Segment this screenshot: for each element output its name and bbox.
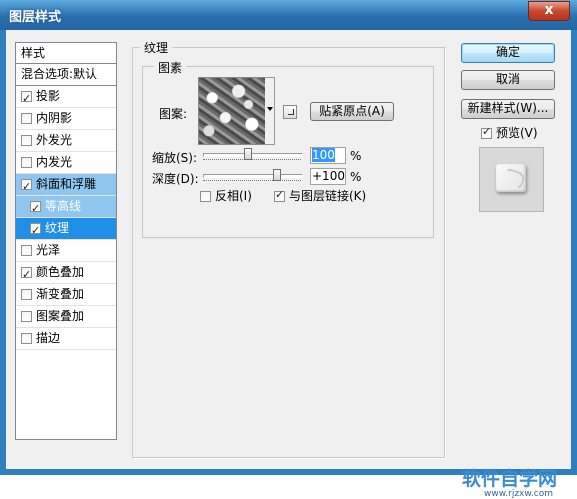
depth-label: 深度(D): (152, 172, 199, 186)
style-item[interactable]: 外发光 (16, 130, 116, 152)
invert-checkbox[interactable]: 反相(I) (200, 187, 252, 204)
blending-options-label: 混合选项:默认 (21, 67, 98, 81)
invert-label: 反相(I) (215, 189, 252, 203)
style-item-label: 等高线 (45, 199, 82, 213)
style-item-label: 渐变叠加 (36, 287, 85, 301)
scale-slider-ticks (203, 159, 301, 163)
style-item-checkbox[interactable] (21, 333, 32, 344)
style-item-label: 内发光 (36, 155, 73, 169)
style-item-checkbox[interactable] (30, 220, 41, 241)
depth-input[interactable]: +100 (310, 168, 346, 185)
style-item-checkbox[interactable] (21, 245, 32, 256)
style-item-checkbox[interactable] (21, 135, 32, 146)
style-item-label: 投影 (36, 89, 61, 103)
style-preview (479, 147, 544, 212)
style-item-label: 描边 (36, 331, 61, 345)
dialog-client-area: 样式 混合选项:默认 投影内阴影外发光内发光斜面和浮雕等高线纹理光泽颜色叠加渐变… (6, 30, 571, 499)
depth-slider-thumb[interactable] (272, 169, 281, 181)
close-button[interactable]: x (528, 1, 570, 21)
depth-slider-track[interactable] (203, 174, 303, 178)
layer-style-dialog: 图层样式 x 样式 混合选项:默认 投影内阴影外发光内发光斜面和浮雕等高线纹理光… (0, 0, 577, 499)
style-item[interactable]: 图案叠加 (16, 306, 116, 328)
style-item[interactable]: 纹理 (16, 218, 116, 241)
style-item-label: 光泽 (36, 243, 61, 257)
style-item-label: 图案叠加 (36, 309, 85, 323)
blending-options-item[interactable]: 混合选项:默认 (16, 64, 116, 86)
style-item-label: 颜色叠加 (36, 265, 85, 279)
style-item[interactable]: 渐变叠加 (16, 284, 116, 306)
styles-header[interactable]: 样式 (16, 43, 116, 64)
link-with-layer-checkbox[interactable]: 与图层链接(K) (274, 187, 366, 204)
depth-value: +100 (312, 169, 345, 183)
new-preset-icon[interactable] (283, 105, 297, 119)
style-item[interactable]: 颜色叠加 (16, 262, 116, 285)
style-item-checkbox[interactable] (30, 198, 41, 219)
new-style-button[interactable]: 新建样式(W)... (461, 99, 555, 119)
style-item-checkbox[interactable] (21, 264, 32, 285)
pattern-swatch[interactable] (198, 77, 266, 145)
depth-slider-ticks (203, 180, 301, 184)
elements-group-title: 图素 (154, 59, 187, 76)
preview-tile-image (496, 164, 526, 192)
scale-slider-track[interactable] (203, 153, 303, 157)
snap-to-origin-button[interactable]: 贴紧原点(A) (310, 102, 394, 121)
scale-unit: % (350, 149, 362, 163)
watermark-url: www.rjzxw.com (484, 489, 553, 499)
preview-checkbox[interactable]: 预览(V) (481, 124, 538, 141)
invert-checkbox-box[interactable] (200, 191, 211, 202)
style-item-checkbox[interactable] (21, 113, 32, 124)
scale-label: 缩放(S): (152, 151, 198, 165)
cancel-button[interactable]: 取消 (461, 70, 555, 90)
style-item-label: 内阴影 (36, 111, 73, 125)
preview-checkbox-box[interactable] (481, 125, 492, 139)
texture-group-title: 纹理 (140, 39, 173, 56)
preview-label: 预览(V) (496, 126, 538, 140)
scale-slider-thumb[interactable] (244, 148, 252, 160)
link-checkbox-box[interactable] (274, 188, 285, 202)
style-items: 投影内阴影外发光内发光斜面和浮雕等高线纹理光泽颜色叠加渐变叠加图案叠加描边 (16, 86, 116, 350)
style-item-checkbox[interactable] (21, 311, 32, 322)
scale-value: 100 (312, 148, 335, 162)
style-item[interactable]: 投影 (16, 86, 116, 109)
watermark-logo: 软件自学网 www.rjzxw.com (462, 464, 577, 499)
style-item-checkbox[interactable] (21, 289, 32, 300)
window-title: 图层样式 (9, 10, 62, 25)
style-item-checkbox[interactable] (21, 157, 32, 168)
style-item[interactable]: 描边 (16, 328, 116, 350)
style-item[interactable]: 等高线 (16, 196, 116, 219)
ok-button[interactable]: 确定 (461, 43, 555, 63)
style-item[interactable]: 内阴影 (16, 108, 116, 130)
watermark-text: 软件自学网 (462, 468, 558, 490)
pattern-label: 图案: (159, 107, 188, 121)
link-label: 与图层链接(K) (289, 189, 367, 203)
style-item-label: 外发光 (36, 133, 73, 147)
depth-unit: % (350, 170, 362, 184)
style-item-checkbox[interactable] (21, 176, 32, 197)
style-item[interactable]: 斜面和浮雕 (16, 174, 116, 197)
style-item[interactable]: 内发光 (16, 152, 116, 174)
style-item[interactable]: 光泽 (16, 240, 116, 262)
title-bar[interactable]: 图层样式 x (0, 0, 577, 30)
style-item-label: 纹理 (45, 221, 70, 235)
scale-input[interactable]: 100 (310, 147, 346, 164)
styles-list: 样式 混合选项:默认 投影内阴影外发光内发光斜面和浮雕等高线纹理光泽颜色叠加渐变… (15, 42, 117, 440)
style-item-label: 斜面和浮雕 (36, 177, 97, 191)
pattern-dropdown-arrow[interactable] (265, 77, 275, 145)
style-item-checkbox[interactable] (21, 88, 32, 109)
